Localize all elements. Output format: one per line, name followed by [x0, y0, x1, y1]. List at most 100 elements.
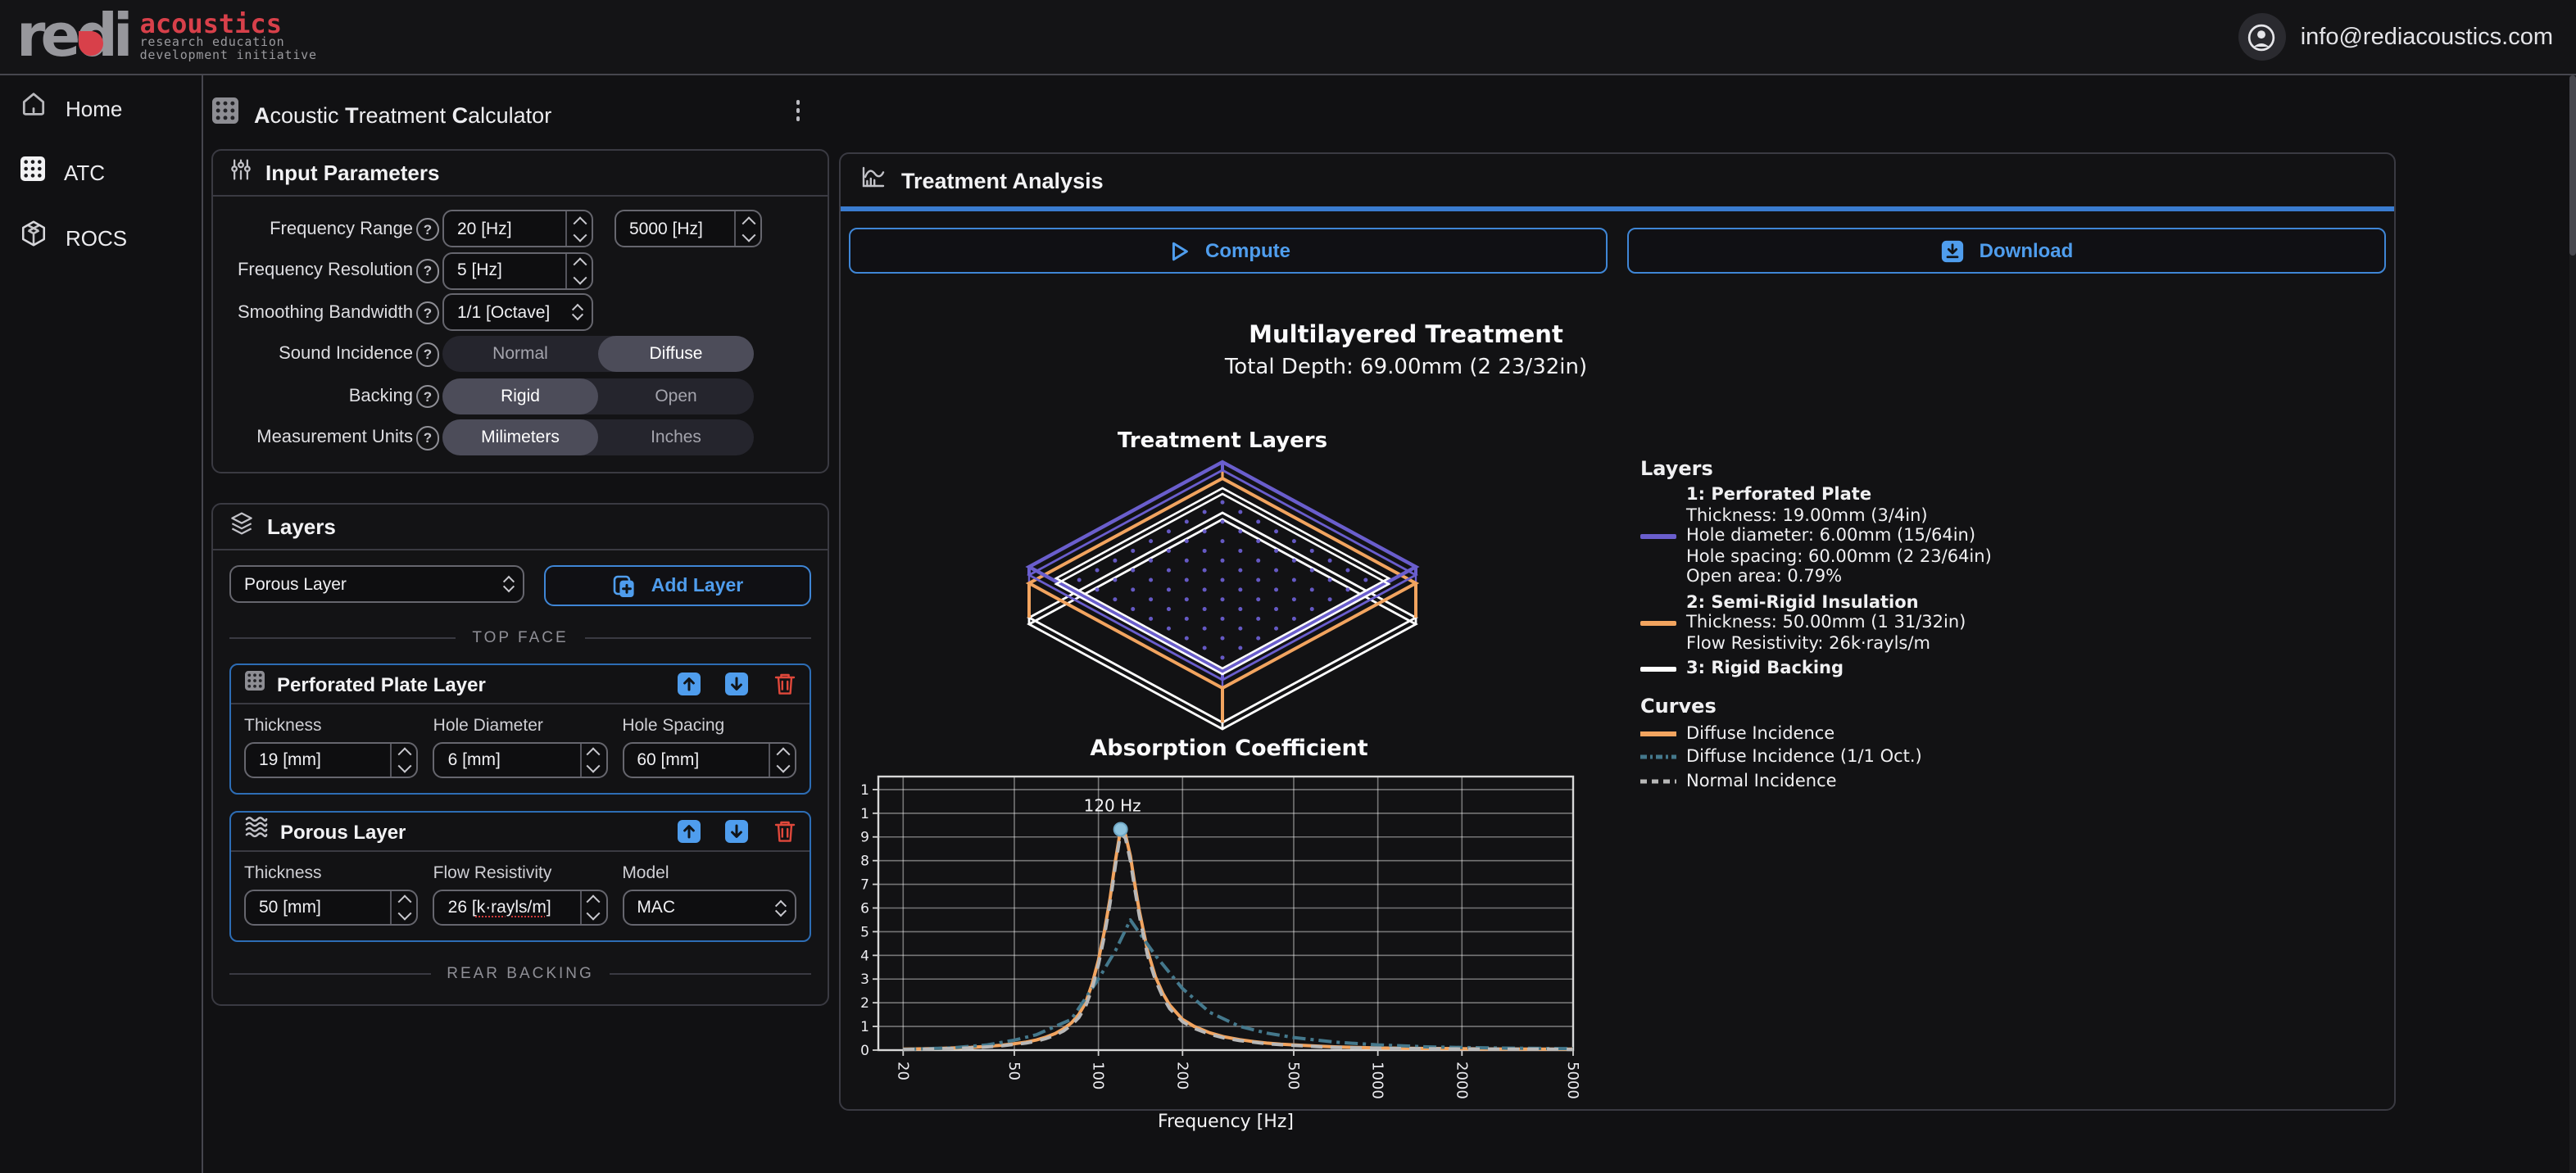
move-layer-down-button[interactable] — [724, 672, 749, 696]
spinner-buttons — [734, 212, 760, 247]
select-chevrons-icon — [767, 899, 795, 917]
legend-layer-title: 1: Perforated Plate — [1640, 485, 2132, 505]
layers-header: Layers — [213, 505, 828, 550]
help-icon[interactable]: ? — [416, 384, 440, 408]
grid-icon — [211, 97, 239, 133]
sidebar-item-rocs[interactable]: ROCS — [0, 205, 202, 270]
spin-down-icon[interactable] — [581, 908, 605, 924]
spin-up-icon[interactable] — [567, 254, 592, 271]
move-layer-down-button[interactable] — [724, 819, 749, 844]
freq-max-input[interactable]: 5000 [Hz] — [615, 211, 762, 248]
move-layer-up-button[interactable] — [677, 819, 701, 844]
spin-down-icon[interactable] — [581, 760, 605, 777]
legend-swatch — [1640, 666, 1676, 672]
add-layer-button[interactable]: Add Layer — [544, 565, 811, 606]
treatment-layers-diagram — [1013, 457, 1432, 739]
param-label: Backing — [229, 387, 413, 406]
input-value: 6 [mm] — [435, 744, 580, 777]
toggle-option-rigid[interactable]: Rigid — [442, 378, 598, 414]
help-icon[interactable]: ? — [416, 342, 440, 366]
help-icon[interactable]: ? — [416, 259, 440, 283]
layer-fields: Thickness19 [mm]Hole Diameter6 [mm]Hole … — [231, 704, 810, 793]
legend-gap — [1640, 679, 2132, 694]
page-title: Acoustic Treatment Calculator — [254, 102, 551, 127]
spin-up-icon[interactable] — [392, 744, 417, 760]
compute-button[interactable]: Compute — [849, 228, 1608, 274]
delete-layer-button[interactable] — [772, 819, 796, 844]
svg-text:200: 200 — [1173, 1062, 1190, 1089]
help-icon[interactable]: ? — [416, 301, 440, 324]
select-chevrons-icon — [564, 304, 592, 322]
param-controls: MilimetersInches — [442, 420, 811, 456]
param-row: Frequency Range?20 [Hz]5000 [Hz] — [229, 208, 811, 250]
smoothing-bandwidth-select[interactable]: 1/1 [Octave] — [442, 294, 593, 332]
units-toggle[interactable]: MilimetersInches — [442, 420, 754, 456]
layer-field: Thickness50 [mm] — [244, 862, 419, 926]
sidebar-item-home[interactable]: Home — [0, 75, 202, 141]
spin-up-icon[interactable] — [392, 891, 417, 908]
backing-toggle[interactable]: RigidOpen — [442, 378, 754, 414]
svg-text:Frequency [Hz]: Frequency [Hz] — [1158, 1112, 1294, 1132]
scrollbar-thumb[interactable] — [2569, 75, 2576, 256]
legend-layers-heading: Layers — [1640, 457, 2132, 480]
move-layer-up-button[interactable] — [677, 672, 701, 696]
account-chip[interactable]: info@rediacoustics.com — [2238, 0, 2553, 74]
spin-down-icon[interactable] — [567, 229, 592, 247]
spin-up-icon[interactable] — [567, 212, 592, 229]
page-scrollbar[interactable] — [2569, 75, 2576, 1173]
toggle-option-open[interactable]: Open — [598, 378, 754, 414]
legend-layer-detail: Flow Resistivity: 26k·rayls/m — [1640, 633, 2132, 654]
person-icon — [2247, 22, 2277, 52]
hole-diameter-input[interactable]: 6 [mm] — [433, 742, 608, 778]
summary-title: Multilayered Treatment — [841, 323, 1971, 349]
spin-up-icon[interactable] — [581, 891, 605, 908]
delete-layer-button[interactable] — [772, 672, 796, 696]
help-icon[interactable]: ? — [416, 426, 440, 450]
spin-up-icon[interactable] — [581, 744, 605, 760]
spin-down-icon[interactable] — [736, 229, 760, 247]
freq-resolution-input[interactable]: 5 [Hz] — [442, 252, 593, 290]
brand-logo[interactable]: redi acoustics research education develo… — [0, 7, 317, 66]
input-value: 50 [mm] — [246, 891, 391, 924]
rear-backing-divider: REAR BACKING — [229, 965, 811, 983]
spin-down-icon[interactable] — [392, 760, 417, 777]
account-email: info@rediacoustics.com — [2301, 24, 2553, 50]
toggle-option-normal[interactable]: Normal — [442, 337, 598, 373]
layer-card-header: Perforated Plate Layer — [231, 665, 810, 704]
param-row: Backing?RigidOpen — [229, 375, 811, 417]
legend-swatch — [1640, 533, 1676, 539]
spin-up-icon[interactable] — [770, 744, 795, 760]
plate-thickness-input[interactable]: 19 [mm] — [244, 742, 419, 778]
perforated-plate-icon — [244, 669, 265, 699]
kebab-menu-icon[interactable] — [787, 100, 810, 129]
hole-spacing-input[interactable]: 60 [mm] — [622, 742, 796, 778]
spin-down-icon[interactable] — [770, 760, 795, 777]
toggle-option-diffuse[interactable]: Diffuse — [598, 337, 754, 373]
porous-model-select[interactable]: MAC — [622, 890, 796, 926]
svg-text:0.1: 0.1 — [860, 1019, 869, 1035]
layers-title: Layers — [267, 514, 336, 539]
svg-text:500: 500 — [1285, 1062, 1302, 1089]
toggle-option-milimeters[interactable]: Milimeters — [442, 420, 598, 456]
user-avatar-icon[interactable] — [2238, 13, 2286, 61]
layers-card: Layers Porous Layer Add Layer — [211, 503, 829, 1006]
layer-type-select[interactable]: Porous Layer — [229, 565, 524, 603]
help-icon[interactable]: ? — [416, 217, 440, 241]
sidebar-nav: HomeATCROCS — [0, 75, 203, 1173]
toggle-option-inches[interactable]: Inches — [598, 420, 754, 456]
flow-resistivity-input[interactable]: 26 [k·rayls/m] — [433, 890, 608, 926]
spin-down-icon[interactable] — [567, 271, 592, 288]
layer-card-title: Perforated Plate Layer — [277, 673, 665, 695]
porous-thickness-input[interactable]: 50 [mm] — [244, 890, 419, 926]
sound-incidence-toggle[interactable]: NormalDiffuse — [442, 337, 754, 373]
spin-down-icon[interactable] — [392, 908, 417, 924]
sidebar-item-atc[interactable]: ATC — [0, 141, 202, 205]
download-button[interactable]: Download — [1627, 228, 2386, 274]
param-controls: 5 [Hz] — [442, 252, 811, 290]
svg-text:0: 0 — [860, 1043, 869, 1059]
freq-min-input[interactable]: 20 [Hz] — [442, 211, 593, 248]
summary-total-depth: Total Depth: 69.00mm (2 23/32in) — [841, 356, 1971, 380]
svg-text:0.6: 0.6 — [860, 900, 869, 917]
svg-text:50: 50 — [1005, 1062, 1023, 1080]
spin-up-icon[interactable] — [736, 212, 760, 229]
